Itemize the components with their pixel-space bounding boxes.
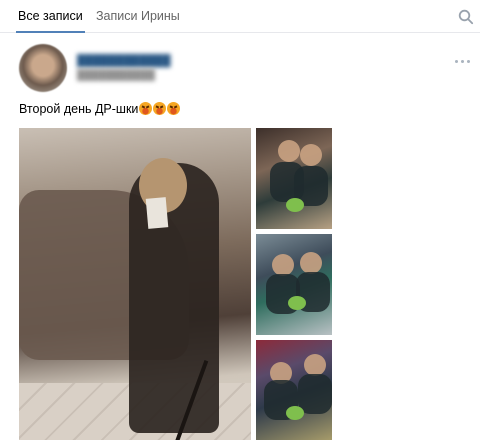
- tab-owner-posts[interactable]: Записи Ирины: [96, 0, 180, 32]
- post-text: Второй день ДР-шки: [19, 101, 181, 117]
- more-dots-icon[interactable]: [454, 58, 472, 66]
- search-icon[interactable]: [458, 9, 474, 25]
- post-photo-thumb-2[interactable]: [256, 234, 332, 335]
- tired-face-emoji: [153, 102, 167, 115]
- post-date-blurred[interactable]: ███████████: [77, 70, 155, 81]
- tab-all-posts[interactable]: Все записи: [16, 0, 85, 33]
- post-photo-thumb-1[interactable]: [256, 128, 332, 229]
- post-text-content: Второй день ДР-шки: [19, 102, 139, 116]
- author-name-blurred[interactable]: ████████████: [77, 55, 171, 67]
- tired-face-emoji: [139, 102, 153, 115]
- wall-card: Все записи Записи Ирины ████████████ ███…: [0, 0, 480, 448]
- post-photo-main[interactable]: [19, 128, 251, 440]
- tired-face-emoji: [167, 102, 181, 115]
- wall-tabs: Все записи Записи Ирины: [0, 0, 480, 33]
- author-avatar[interactable]: [19, 44, 67, 92]
- post-photo-thumb-3[interactable]: [256, 340, 332, 440]
- post-header: [0, 33, 480, 93]
